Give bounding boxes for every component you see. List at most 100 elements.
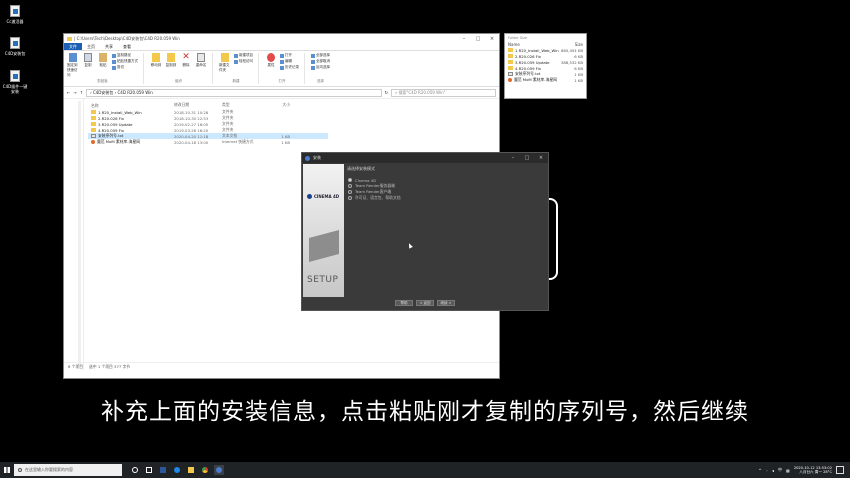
column-name[interactable]: 名称 xyxy=(88,102,174,109)
new-item-button[interactable]: 新建项目 xyxy=(234,53,253,58)
desktop-icon-c4d-plugin[interactable]: C4D插件一键安装 xyxy=(1,70,29,94)
paste-button[interactable]: 粘贴 xyxy=(97,53,109,68)
desktop-icon-c4d-package[interactable]: C4D安装包 xyxy=(1,37,29,56)
close-button[interactable]: × xyxy=(485,36,499,42)
tab-share[interactable]: 共享 xyxy=(100,43,118,50)
radio-button-icon[interactable] xyxy=(348,190,352,194)
start-button[interactable] xyxy=(0,462,14,478)
installer-buttons: 帮助 < 返回 继续 > xyxy=(302,296,548,310)
tab-file[interactable]: 文件 xyxy=(64,43,82,50)
copy-path-button[interactable]: 复制路径 xyxy=(112,53,138,58)
row-size: 680,454 KB xyxy=(560,47,583,53)
minimize-button[interactable]: – xyxy=(457,36,471,42)
task-view-button[interactable] xyxy=(144,465,154,475)
ribbon-group-label: 剪贴板 xyxy=(97,79,108,83)
next-button[interactable]: 继续 > xyxy=(437,300,455,306)
installer-main: 请选择安装模式 Cinema 4D Team Render服务器端 Team Ren… xyxy=(345,164,548,297)
address-bar-row: ← → ↑ › C4D安装包 › C4D R20.059 Win ↻ ⌕ 搜索"… xyxy=(64,87,499,99)
tab-home[interactable]: 主页 xyxy=(82,43,100,50)
notification-center-icon[interactable] xyxy=(836,466,844,474)
desktop-icon-activator[interactable]: Cc激活器 xyxy=(1,5,29,24)
maximize-button[interactable]: □ xyxy=(471,36,485,42)
paste-shortcut-icon xyxy=(112,59,116,64)
minimize-button[interactable]: – xyxy=(506,155,520,161)
radio-button-icon[interactable] xyxy=(348,184,352,188)
select-all-button[interactable]: 全部选择 xyxy=(311,53,330,58)
paste-shortcut-button[interactable]: 粘贴快捷方式 xyxy=(112,59,138,64)
row-name: 2.R20.026 Fix xyxy=(515,53,541,59)
dialog-title: 安装 xyxy=(313,155,321,160)
properties-icon xyxy=(267,53,275,62)
copy-path-icon xyxy=(112,53,116,58)
new-folder-button[interactable]: 新建文件夹 xyxy=(219,53,231,73)
folder-size-row[interactable]: 1.R20_Install_Web_Win 680,454 KB xyxy=(505,47,586,53)
copy-to-button[interactable]: 复制到 xyxy=(165,53,177,68)
rename-button[interactable]: 重命名 xyxy=(195,53,207,68)
history-button[interactable]: 历史记录 xyxy=(280,65,299,70)
search-icon xyxy=(18,468,22,472)
select-none-button[interactable]: 全部取消 xyxy=(311,59,330,64)
invert-selection-icon xyxy=(311,65,315,70)
cut-button[interactable]: 剪切 xyxy=(112,65,138,70)
column-size[interactable]: 大小 xyxy=(262,102,290,109)
search-input[interactable]: ⌕ 搜索"C4D R20.059 Win" xyxy=(391,88,496,97)
select-none-icon xyxy=(311,59,315,64)
radio-button-icon[interactable] xyxy=(348,178,352,182)
refresh-button[interactable]: ↻ xyxy=(385,90,388,95)
file-name: 3.R20.059 Update xyxy=(88,122,174,127)
delete-x-icon: ✕ xyxy=(182,52,190,62)
folder-size-row[interactable]: 3.R20.059 Update 388,532 KB xyxy=(505,59,586,65)
folder-icon xyxy=(508,48,513,52)
back-button[interactable]: < 返回 xyxy=(416,300,434,306)
folder-size-row[interactable]: 2.R20.026 Fix 6 KB xyxy=(505,53,586,59)
cortana-button[interactable] xyxy=(130,465,140,475)
scissors-icon xyxy=(112,65,116,70)
column-type[interactable]: 类型 xyxy=(222,102,262,109)
input-language[interactable]: 中 xyxy=(778,467,782,473)
move-to-button[interactable]: 移动到 xyxy=(150,53,162,68)
copy-button[interactable]: 复制 xyxy=(82,53,94,68)
address-input[interactable]: › C4D安装包 › C4D R20.059 Win xyxy=(86,88,382,97)
select-all-icon xyxy=(311,53,315,58)
move-to-icon xyxy=(152,53,160,62)
tray-chevron-icon[interactable]: ^ xyxy=(758,468,761,473)
folder-icon xyxy=(508,54,513,58)
forward-button[interactable]: → xyxy=(73,90,76,95)
edit-button[interactable]: 编辑 xyxy=(280,59,299,64)
help-button[interactable]: 帮助 xyxy=(395,300,413,306)
ime-icon[interactable]: ▦ xyxy=(786,468,790,473)
column-date[interactable]: 修改日期 xyxy=(174,102,222,109)
close-button[interactable]: × xyxy=(534,155,548,161)
back-button[interactable]: ← xyxy=(67,90,70,95)
properties-button[interactable]: 属性 xyxy=(265,53,277,68)
open-button[interactable]: 打开 xyxy=(280,53,299,58)
taskbar-app-cinema4d[interactable] xyxy=(214,465,224,475)
clock[interactable]: 2020-10-12 13:53:02 八月廿六 周一 28°C xyxy=(794,466,832,475)
pin-quick-access-button[interactable]: 固定到快速访问 xyxy=(67,53,79,78)
delete-button[interactable]: ✕ 删除 xyxy=(180,53,192,68)
maximize-button[interactable]: □ xyxy=(520,155,534,161)
volume-icon[interactable]: ◂ xyxy=(772,468,774,473)
nav-scrollbar[interactable] xyxy=(78,101,81,366)
folder-icon xyxy=(91,110,96,114)
folder-size-row[interactable]: 魔范 MoM 素材库-海星网 1 KB xyxy=(505,77,586,83)
taskbar-app-edge[interactable] xyxy=(172,465,182,475)
tab-view[interactable]: 查看 xyxy=(118,43,136,50)
radio-button-icon[interactable] xyxy=(348,196,352,200)
ribbon-group-select: 全部选择 全部取消 反向选择 选择 xyxy=(311,53,335,84)
panel-title: Folder Size xyxy=(508,36,528,40)
easy-access-button[interactable]: 轻松访问 xyxy=(234,59,253,64)
install-mode-option[interactable]: 许可证、语言包、帮助文档 xyxy=(348,195,401,201)
file-name: 1.R20_Install_Web_Win xyxy=(88,110,174,115)
invert-selection-button[interactable]: 反向选择 xyxy=(311,65,330,70)
file-row[interactable]: 魔范 MoM 素材库-海星网 2020-04-18 13:00 Internet 快… xyxy=(88,139,328,145)
taskbar-app-explorer[interactable] xyxy=(186,465,196,475)
taskbar-app-chrome[interactable] xyxy=(200,465,210,475)
navigation-pane[interactable] xyxy=(64,99,84,370)
archive-file-icon xyxy=(10,37,20,49)
taskbar-app-word[interactable] xyxy=(158,465,168,475)
file-date: 2020-04-18 13:00 xyxy=(174,139,209,145)
up-button[interactable]: ↑ xyxy=(80,90,83,95)
network-icon[interactable]: ◦ xyxy=(766,468,768,473)
taskbar-search-input[interactable]: 在这里输入你要搜索的内容 xyxy=(14,464,122,476)
